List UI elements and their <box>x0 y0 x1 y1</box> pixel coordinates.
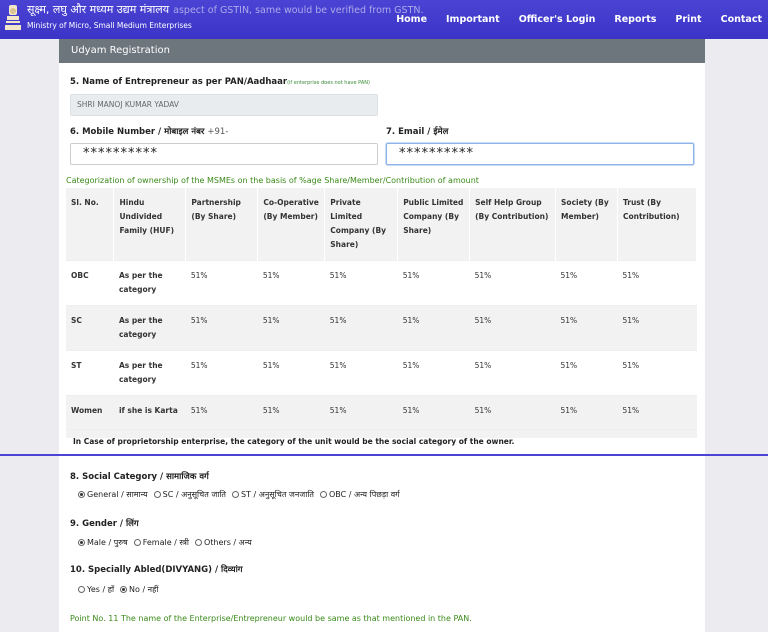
table-cell: 51% <box>185 260 258 306</box>
divyang-label: 10. Specially Abled(DIVYANG) / दिव्यांग <box>70 565 243 575</box>
column-header: Public Limited Company (By Share) <box>397 188 471 261</box>
categorization-heading: Categorization of ownership of the MSMEs… <box>66 176 479 185</box>
nav-home[interactable]: Home <box>396 14 427 25</box>
radio-general[interactable]: General / सामान्य <box>78 489 148 500</box>
panel-title: Udyam Registration <box>59 39 705 63</box>
nav-reports[interactable]: Reports <box>614 14 656 25</box>
column-header: Sl. No. <box>66 188 115 261</box>
table-cell: As per the category <box>113 350 186 396</box>
email-label: 7. Email / ईमेल <box>386 127 449 137</box>
table-row: SC As per the category 51% 51% 51% 51% 5… <box>66 305 697 351</box>
radio-st[interactable]: ST / अनुसूचित जनजाति <box>231 489 314 500</box>
table-cell: 51% <box>397 350 470 396</box>
table-cell: 51% <box>617 305 697 351</box>
radio-female[interactable]: Female / स्त्री <box>133 537 189 548</box>
radio-no[interactable]: No / नहीं <box>120 584 158 595</box>
table-cell: 51% <box>469 305 556 351</box>
nav-officers-login[interactable]: Officer's Login <box>519 14 596 25</box>
column-header: Self Help Group (By Contribution) <box>469 188 557 261</box>
table-cell: 51% <box>185 350 258 396</box>
table-cell: 51% <box>617 260 697 306</box>
column-header: Partnership (By Share) <box>185 188 259 261</box>
table-cell: 51% <box>617 350 697 396</box>
radio-unselected-icon <box>319 491 327 498</box>
entrepreneur-name-label: 5. Name of Entrepreneur as per PAN/Aadha… <box>70 77 370 87</box>
column-header: Private Limited Company (By Share) <box>324 188 399 261</box>
nav-important[interactable]: Important <box>446 14 500 25</box>
proprietorship-note: In Case of proprietorship enterprise, th… <box>66 429 697 455</box>
main-nav: Home Important Officer's Login Reports P… <box>377 0 762 39</box>
email-field[interactable]: ********** <box>386 143 694 165</box>
table-cell: 51% <box>257 260 325 306</box>
table-cell: 51% <box>185 305 258 351</box>
column-header: Trust (By Contribution) <box>617 188 698 261</box>
radio-others[interactable]: Others / अन्य <box>195 537 252 548</box>
ownership-table: Sl. No. Hindu Undivided Family (HUF) Par… <box>66 188 698 438</box>
radio-unselected-icon <box>78 586 85 593</box>
radio-unselected-icon <box>231 491 239 498</box>
table-cell: OBC <box>66 260 114 306</box>
table-cell: As per the category <box>113 260 186 306</box>
table-cell: 51% <box>397 260 470 306</box>
nav-print[interactable]: Print <box>675 14 701 25</box>
radio-obc[interactable]: OBC / अन्य पिछड़ा वर्ग <box>319 489 400 500</box>
table-cell: 51% <box>324 260 398 306</box>
entrepreneur-note: (if enterprise does not have PAN) <box>287 80 370 86</box>
table-cell: 51% <box>555 350 618 396</box>
column-header: Co-Operative (By Member) <box>257 188 326 261</box>
table-cell: 51% <box>469 260 556 306</box>
table-cell: 51% <box>257 305 325 351</box>
top-navbar: सूक्ष्म, लघु और मध्यम उद्यम मंत्रालय aspe… <box>0 0 768 39</box>
radio-selected-icon <box>120 586 128 593</box>
gender-group: Male / पुरुष Female / स्त्री Others / अन… <box>78 537 258 548</box>
nav-contact[interactable]: Contact <box>721 14 762 25</box>
table-cell: 51% <box>324 305 398 351</box>
radio-yes[interactable]: Yes / हाँ <box>78 584 114 595</box>
brand[interactable]: सूक्ष्म, लघु और मध्यम उद्यम मंत्रालय aspe… <box>4 3 424 33</box>
mobile-label: 6. Mobile Number / मोबाइल नंबर +91- <box>70 127 229 137</box>
divyang-group: Yes / हाँ No / नहीं <box>78 584 164 595</box>
mobile-prefix: +91- <box>207 127 229 137</box>
radio-unselected-icon <box>153 491 161 498</box>
ministry-hindi-name: सूक्ष्म, लघु और मध्यम उद्यम मंत्रालय <box>27 3 170 16</box>
table-cell: 51% <box>397 305 470 351</box>
section-divider <box>0 454 768 456</box>
radio-male[interactable]: Male / पुरुष <box>78 537 128 548</box>
social-category-label: 8. Social Category / सामाजिक वर्ग <box>70 472 209 482</box>
table-cell: 51% <box>257 350 325 396</box>
radio-unselected-icon <box>195 539 202 546</box>
social-category-group: General / सामान्य SC / अनुसूचित जाति ST … <box>78 489 406 500</box>
table-cell: ST <box>66 350 114 396</box>
radio-sc[interactable]: SC / अनुसूचित जाति <box>153 489 226 500</box>
table-cell: 51% <box>555 260 618 306</box>
gender-label: 9. Gender / लिंग <box>70 519 139 529</box>
table-row: OBC As per the category 51% 51% 51% 51% … <box>66 260 697 306</box>
table-cell: SC <box>66 305 114 351</box>
mobile-field[interactable]: ********** <box>70 143 378 165</box>
column-header: Society (By Member) <box>555 188 618 261</box>
entrepreneur-name-field[interactable]: SHRI MANOJ KUMAR YADAV <box>70 94 378 116</box>
registration-panel: Udyam Registration 5. Name of Entreprene… <box>59 39 705 632</box>
radio-unselected-icon <box>133 539 141 546</box>
table-cell: 51% <box>324 350 398 396</box>
point11-note: Point No. 11 The name of the Enterprise/… <box>70 614 472 623</box>
radio-selected-icon <box>78 491 85 498</box>
national-emblem-icon <box>5 5 21 30</box>
ministry-english-name: Ministry of Micro, Small Medium Enterpri… <box>27 21 192 30</box>
table-header-row: Sl. No. Hindu Undivided Family (HUF) Par… <box>66 188 698 261</box>
table-cell: 51% <box>555 305 618 351</box>
radio-selected-icon <box>78 539 85 546</box>
table-row: ST As per the category 51% 51% 51% 51% 5… <box>66 350 697 396</box>
table-cell: 51% <box>469 350 556 396</box>
column-header: Hindu Undivided Family (HUF) <box>113 188 187 261</box>
table-cell: As per the category <box>113 305 186 351</box>
